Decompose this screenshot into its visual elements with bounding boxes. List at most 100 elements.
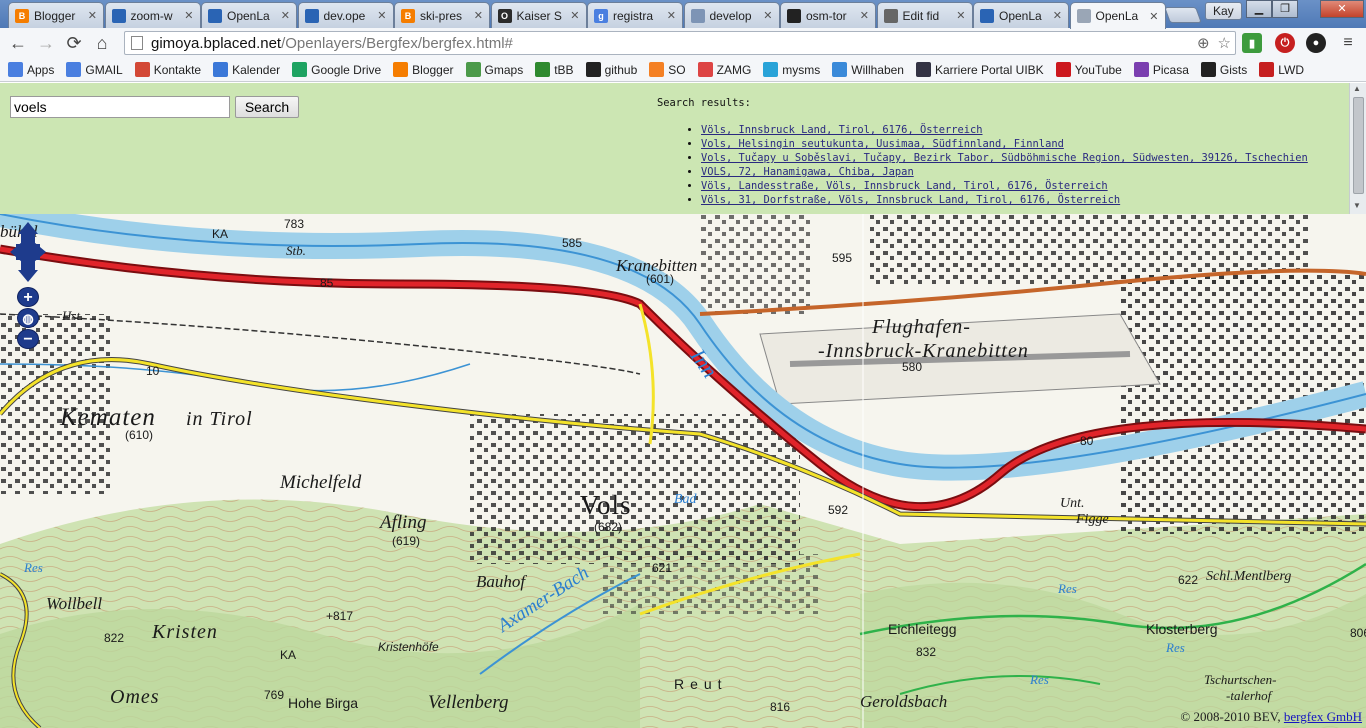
close-tab-icon[interactable]: ✕: [88, 9, 97, 22]
bookmark-item[interactable]: Gists: [1200, 62, 1247, 77]
zoom-world-icon[interactable]: ◍: [17, 308, 39, 328]
search-input[interactable]: [10, 96, 230, 118]
close-tab-icon[interactable]: ✕: [377, 9, 386, 22]
results-list: Völs, Innsbruck Land, Tirol, 6176, Öster…: [657, 123, 1349, 207]
browser-tab[interactable]: zoom-w ✕: [104, 2, 201, 28]
result-link[interactable]: Völs, Innsbruck Land, Tirol, 6176, Öster…: [701, 124, 983, 136]
bookmark-item[interactable]: Kalender: [213, 62, 280, 77]
result-link[interactable]: Vols, Helsingin seutukunta, Uusimaa, Süd…: [701, 138, 1064, 150]
bookmark-item[interactable]: mysms: [763, 62, 820, 77]
back-icon[interactable]: ←: [4, 29, 32, 57]
browser-tab[interactable]: dev.ope ✕: [297, 2, 394, 28]
close-tab-icon[interactable]: ✕: [1149, 10, 1158, 23]
scroll-down-icon[interactable]: ▼: [1353, 201, 1361, 210]
results-scrollbar[interactable]: ▲ ▼: [1349, 83, 1366, 214]
bookmark-item[interactable]: LWD: [1259, 62, 1304, 77]
result-link[interactable]: Völs, Landesstraße, Völs, Innsbruck Land…: [701, 180, 1108, 192]
result-link[interactable]: Vols, Tučapy u Soběslavi, Tučapy, Bezirk…: [701, 152, 1308, 164]
close-tab-icon[interactable]: ✕: [860, 9, 869, 22]
stackoverflow-icon: [649, 62, 665, 77]
extension-icon[interactable]: ▮: [1242, 33, 1262, 53]
bookmark-item[interactable]: YouTube: [1055, 62, 1122, 77]
scroll-up-icon[interactable]: ▲: [1353, 84, 1361, 93]
map-label: Kristenhöfe: [378, 640, 439, 654]
bookmark-label: Gmaps: [484, 62, 524, 77]
bookmark-item[interactable]: Willhaben: [832, 62, 904, 77]
bookmark-item[interactable]: tBB: [535, 62, 574, 77]
bookmark-label: tBB: [554, 62, 574, 77]
map-viewport[interactable]: bühel Kranebitten Flughafen- -Innsbruck-…: [0, 214, 1366, 728]
close-tab-icon[interactable]: ✕: [570, 9, 579, 22]
result-link[interactable]: Völs, 31, Dorfstraße, Völs, Innsbruck La…: [701, 194, 1120, 206]
browser-tab[interactable]: g registra ✕: [587, 2, 683, 28]
close-tab-icon[interactable]: ✕: [763, 9, 772, 22]
close-tab-icon[interactable]: ✕: [956, 9, 965, 22]
close-tab-icon[interactable]: ✕: [281, 9, 290, 22]
results-title: Search results:: [657, 97, 751, 109]
browser-tab[interactable]: OpenLa ✕: [201, 2, 297, 28]
browser-tab[interactable]: O Kaiser S ✕: [490, 2, 587, 28]
drive-icon: [292, 62, 308, 77]
extension-icon[interactable]: ⏻: [1275, 33, 1295, 53]
bookmark-item[interactable]: Kontakte: [134, 62, 201, 77]
bookmark-item[interactable]: ZAMG: [697, 62, 752, 77]
elevation-label: 806: [1350, 626, 1366, 640]
home-icon[interactable]: ⌂: [88, 29, 116, 57]
zoom-in-icon[interactable]: +: [17, 287, 39, 307]
pan-up-icon[interactable]: [18, 222, 38, 234]
bookmark-item[interactable]: Blogger: [393, 62, 454, 77]
bookmark-item[interactable]: SO: [649, 62, 686, 77]
new-tab-button[interactable]: [1164, 7, 1202, 23]
search-button[interactable]: Search: [235, 96, 299, 118]
browser-tab[interactable]: Edit fid ✕: [876, 2, 973, 28]
map-label: -talerhof: [1226, 688, 1272, 703]
zoom-icon[interactable]: ⊕: [1197, 34, 1210, 52]
bookmark-label: Kalender: [232, 62, 281, 77]
browser-tab[interactable]: B Blogger ✕: [8, 2, 104, 28]
bookmark-item[interactable]: Picasa: [1133, 62, 1189, 77]
scroll-thumb[interactable]: [1353, 97, 1364, 194]
elevation-label: 580: [902, 360, 923, 374]
bookmark-item[interactable]: Google Drive: [292, 62, 381, 77]
forward-icon[interactable]: →: [32, 29, 60, 57]
map-label: Vols: [580, 490, 632, 520]
zoom-out-icon[interactable]: −: [17, 329, 39, 349]
close-tab-icon[interactable]: ✕: [184, 9, 193, 22]
calendar-icon: [213, 62, 229, 77]
result-link[interactable]: VOLS, 72, Hanamigawa, Chiba, Japan: [701, 166, 914, 178]
map-label: Michelfeld: [280, 472, 362, 493]
bookmark-star-icon[interactable]: ☆: [1218, 34, 1231, 52]
bookmarks-bar: Apps GMAIL Kontakte Kalender Google Drive Blo…: [0, 58, 1366, 82]
map-label: Bad: [674, 492, 697, 507]
bookmark-item[interactable]: Gmaps: [465, 62, 524, 77]
attribution-link[interactable]: bergfex GmbH: [1284, 709, 1362, 724]
map-label: Reut: [674, 676, 728, 692]
minimize-button[interactable]: ▁: [1246, 0, 1272, 18]
bookmark-item[interactable]: github: [585, 62, 637, 77]
bookmark-item[interactable]: GMAIL: [66, 62, 123, 77]
extension-icon[interactable]: ●: [1306, 33, 1326, 53]
map-label: Afling: [380, 512, 427, 533]
reload-icon[interactable]: ⟳: [60, 29, 88, 57]
bookmark-item[interactable]: Apps: [8, 62, 54, 77]
browser-tab[interactable]: OpenLa ✕: [1069, 2, 1166, 29]
browser-tab[interactable]: osm-tor ✕: [780, 2, 876, 28]
close-tab-icon[interactable]: ✕: [1053, 9, 1062, 22]
pan-down-icon[interactable]: [18, 270, 38, 282]
browser-tab[interactable]: develop ✕: [683, 2, 780, 28]
close-tab-icon[interactable]: ✕: [667, 9, 676, 22]
address-bar[interactable]: gimoya.bplaced.net/Openlayers/Bergfex/be…: [124, 31, 1236, 55]
map-label: Omes: [110, 686, 160, 708]
browser-tab[interactable]: OpenLa ✕: [973, 2, 1069, 28]
map-label: Vellenberg: [428, 692, 509, 713]
close-tab-icon[interactable]: ✕: [474, 9, 483, 22]
bookmark-item[interactable]: Karriere Portal UIBK: [915, 62, 1044, 77]
fiddle-icon: [883, 8, 898, 23]
profile-button[interactable]: Kay: [1205, 2, 1242, 20]
close-window-button[interactable]: ✕: [1320, 0, 1364, 18]
bookmark-label: ZAMG: [716, 62, 752, 77]
bookmark-label: Apps: [27, 62, 55, 77]
menu-icon[interactable]: ≡: [1338, 33, 1358, 53]
browser-tab[interactable]: Bski-pres ✕: [394, 2, 490, 28]
restore-button[interactable]: ❐: [1272, 0, 1298, 18]
